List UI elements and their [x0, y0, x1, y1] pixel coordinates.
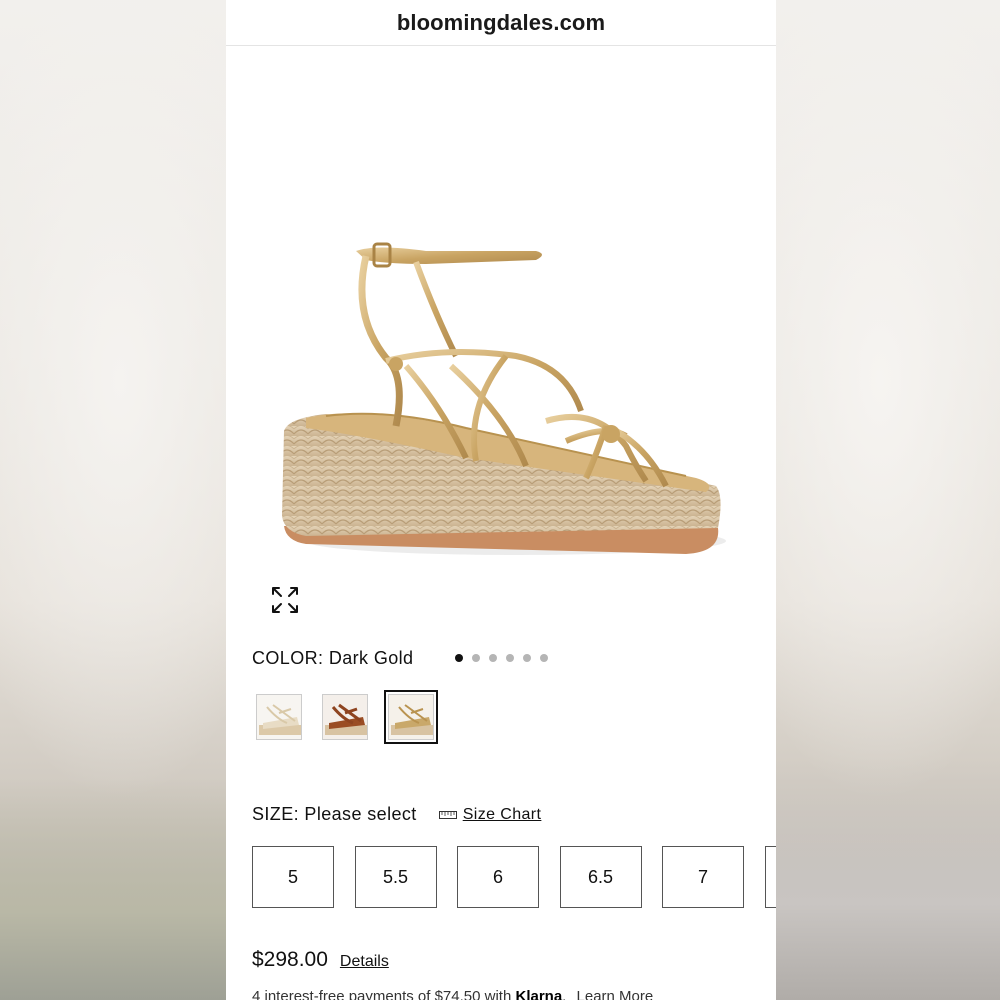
phone-screen: bloomingdales.com COLOR: Dark Gold SIZE:… — [226, 0, 776, 1000]
size-label: SIZE: — [252, 804, 300, 824]
url-text: bloomingdales.com — [396, 9, 606, 35]
size-option-partial[interactable] — [764, 846, 776, 908]
pagination-dot[interactable] — [454, 654, 463, 662]
color-swatch-cognac[interactable] — [318, 690, 372, 744]
size-option[interactable]: 7 — [662, 846, 744, 908]
blurred-background-right — [776, 760, 1000, 1000]
klarna-installments: 4 interest-free payments of $74.50 with … — [252, 988, 653, 1000]
ruler-icon — [438, 810, 457, 819]
blurred-background-left — [0, 780, 226, 1000]
klarna-learn-more-link[interactable]: Learn More — [577, 988, 654, 1000]
pagination-dot[interactable] — [471, 654, 480, 662]
size-option[interactable]: 6.5 — [559, 846, 642, 908]
size-value: Please select — [304, 804, 417, 824]
size-option[interactable]: 5.5 — [354, 846, 437, 908]
size-option[interactable]: 5 — [252, 846, 334, 908]
color-swatches — [252, 690, 450, 744]
price-row: $298.00 Details — [252, 948, 389, 972]
pagination-dot[interactable] — [488, 654, 497, 662]
product-image-gallery[interactable] — [226, 46, 776, 662]
color-value: Dark Gold — [328, 648, 414, 668]
pagination-dot[interactable] — [522, 654, 531, 662]
color-selection-label: COLOR: Dark Gold — [252, 648, 413, 669]
color-label: COLOR: — [252, 648, 324, 668]
color-swatch-dark-gold[interactable] — [384, 690, 438, 744]
size-selection-label: SIZE: Please select Size Chart — [252, 804, 541, 825]
klarna-brand: Klarna — [515, 988, 563, 1000]
price-details-link[interactable]: Details — [340, 953, 389, 971]
color-swatch-platinum[interactable] — [252, 690, 306, 744]
klarna-suffix: . — [562, 988, 567, 1000]
address-bar[interactable]: bloomingdales.com — [226, 0, 776, 46]
expand-icon[interactable] — [270, 585, 300, 615]
size-option[interactable]: 6 — [457, 846, 539, 908]
pagination-dot[interactable] — [505, 654, 514, 662]
size-options: 5 5.5 6 6.5 7 — [252, 846, 776, 908]
klarna-text: 4 interest-free payments of $74.50 with — [252, 988, 512, 1000]
product-price: $298.00 — [252, 948, 328, 971]
size-chart-link[interactable]: Size Chart — [463, 806, 542, 824]
product-image — [282, 242, 726, 555]
pagination-dot[interactable] — [539, 654, 548, 662]
